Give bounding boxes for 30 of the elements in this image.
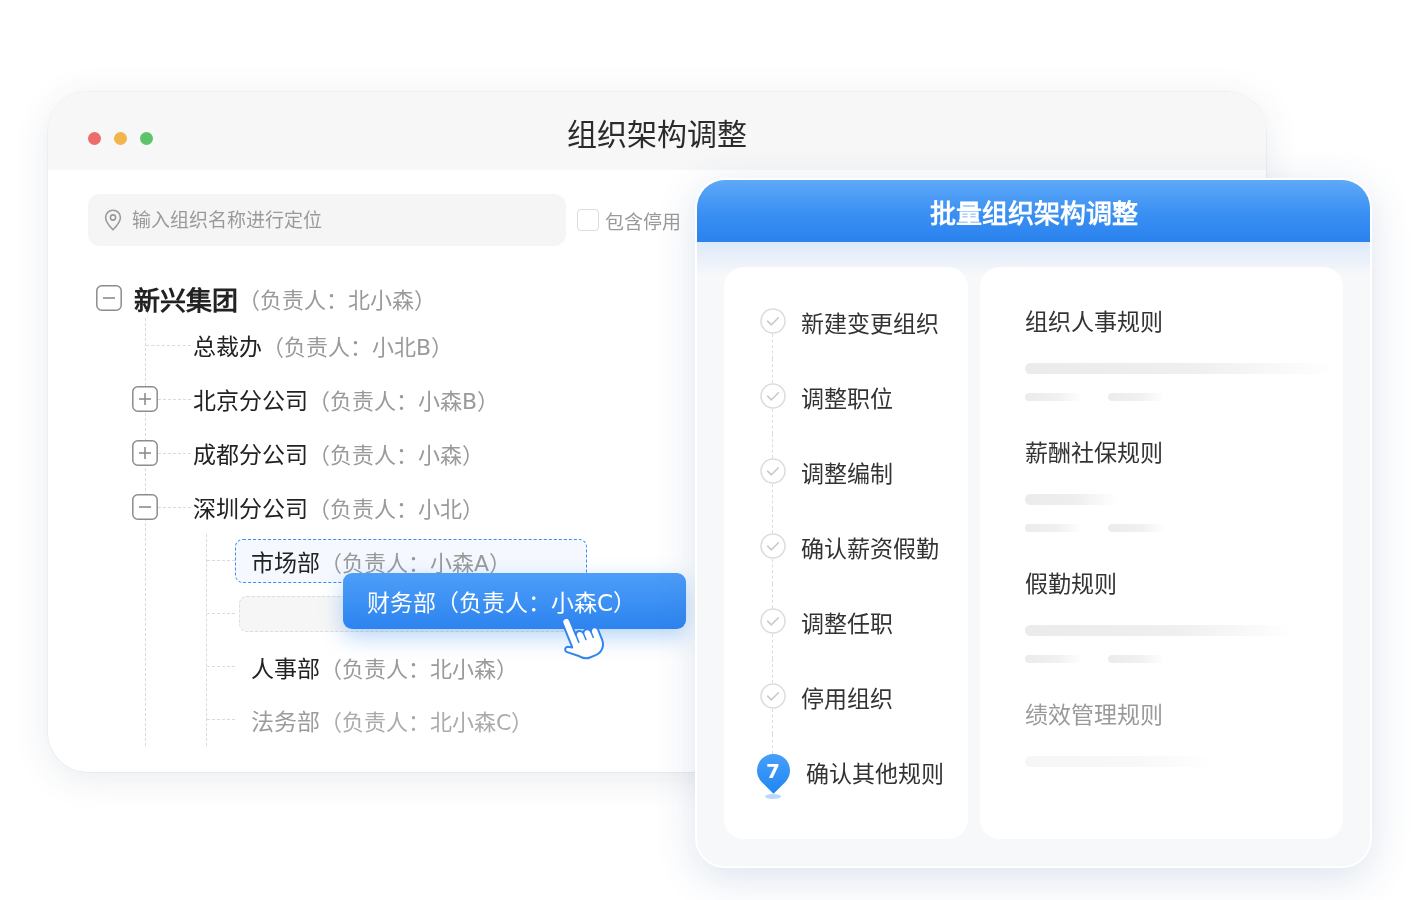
window-maximize-button[interactable] [140,132,153,145]
window-close-button[interactable] [88,132,101,145]
rule-title: 假勤规则 [1025,570,1117,599]
panel-title: 批量组织架构调整 [929,197,1138,230]
location-pin-icon [104,209,122,231]
step-label: 调整编制 [801,459,893,489]
tree-item[interactable]: 新兴集团（负责人：北小森） [133,278,437,318]
tree-item[interactable]: 人事部（负责人：北小森） [235,644,534,689]
rule-title: 组织人事规则 [1025,308,1163,337]
tree-item[interactable]: 总裁办（负责人：小北B） [191,323,456,367]
step-label: 调整任职 [801,609,893,639]
minus-square-icon[interactable] [132,494,158,520]
minus-square-icon[interactable] [96,285,122,311]
step-label: 新建变更组织 [801,309,939,339]
window-minimize-button[interactable] [114,132,127,145]
step-label: 确认薪资假勤 [801,534,939,564]
rule-title: 薪酬社保规则 [1025,439,1163,468]
tree-item[interactable]: 北京分公司（负责人：小森B） [191,377,502,421]
plus-square-icon[interactable] [132,440,158,466]
rule-title: 绩效管理规则 [1025,701,1163,730]
window-title: 组织架构调整 [567,116,747,154]
step-label: 调整职位 [801,384,893,414]
step-label: 停用组织 [801,684,893,714]
checkbox-label: 包含停用 [605,209,681,234]
step-label: 确认其他规则 [806,759,944,789]
plus-square-icon[interactable] [132,386,158,412]
tree-item[interactable]: 深圳分公司（负责人：小北） [191,485,486,529]
checkbox[interactable] [577,209,599,231]
tree-item[interactable]: 成都分公司（负责人：小森） [191,431,486,475]
search-field[interactable]: 输入组织名称进行定位 [88,194,566,246]
